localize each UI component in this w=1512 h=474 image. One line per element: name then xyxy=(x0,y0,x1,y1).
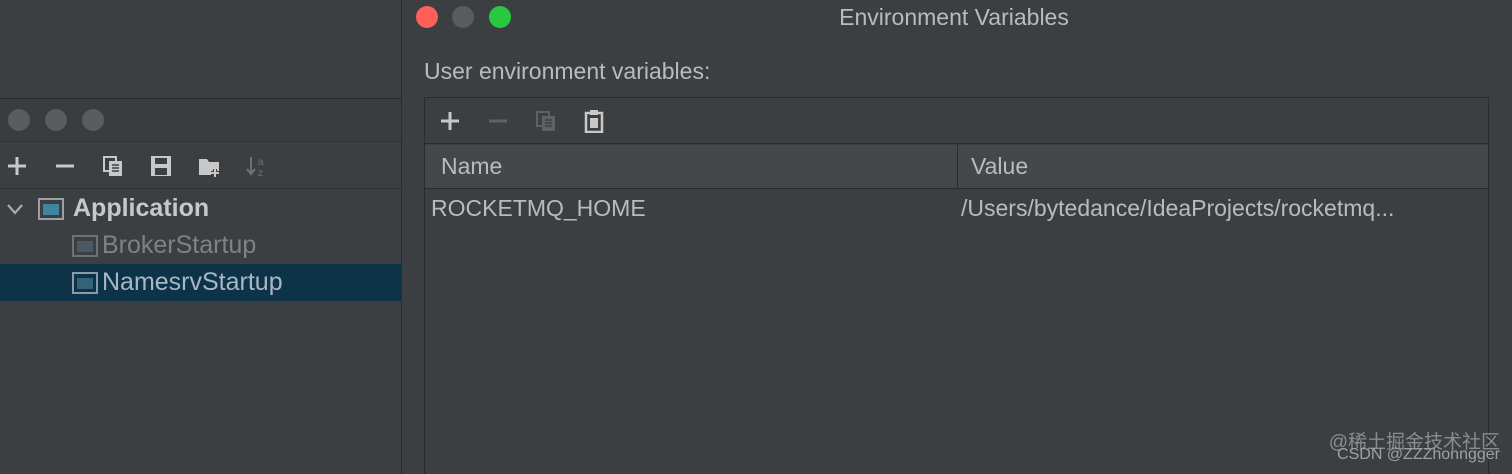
env-vars-table-header: Name Value xyxy=(425,145,1488,189)
svg-text:z: z xyxy=(258,168,263,178)
tree-group-application[interactable]: Application xyxy=(0,190,402,227)
run-configurations-titlebar xyxy=(0,98,402,142)
new-folder-icon[interactable] xyxy=(194,151,224,181)
sort-alpha-icon[interactable]: az xyxy=(242,151,272,181)
application-config-icon xyxy=(72,272,98,294)
run-configurations-tree: Application BrokerStartup NamesrvStartup xyxy=(0,190,402,301)
column-divider[interactable] xyxy=(957,145,958,189)
env-var-value-cell[interactable]: /Users/bytedance/IdeaProjects/rocketmq..… xyxy=(961,195,1394,222)
plus-icon[interactable] xyxy=(435,106,465,136)
dialog-titlebar: Environment Variables xyxy=(402,0,1512,38)
run-configurations-window: az Application BrokerStartup NamesrvStar… xyxy=(0,0,402,474)
tree-item-label: NamesrvStartup xyxy=(102,268,283,296)
application-config-icon xyxy=(38,198,64,220)
env-var-name-cell[interactable]: ROCKETMQ_HOME xyxy=(431,195,646,222)
chevron-down-icon[interactable] xyxy=(4,198,26,220)
column-header-name[interactable]: Name xyxy=(441,153,502,180)
dialog-title: Environment Variables xyxy=(839,4,1069,30)
minus-icon[interactable] xyxy=(483,106,513,136)
env-vars-toolbar xyxy=(425,98,1488,144)
copy-icon[interactable] xyxy=(531,106,561,136)
watermark: @稀土掘金技术社区 CSDN @ZZZhonngger xyxy=(1329,433,1500,463)
column-header-value[interactable]: Value xyxy=(971,153,1028,180)
close-button[interactable] xyxy=(8,109,30,131)
window-backdrop xyxy=(0,0,402,98)
application-config-icon xyxy=(72,235,98,257)
svg-text:a: a xyxy=(258,157,264,168)
environment-variables-dialog: Environment Variables User environment v… xyxy=(401,0,1512,474)
paste-icon[interactable] xyxy=(579,106,609,136)
watermark-line-2: CSDN @ZZZhonngger xyxy=(1337,446,1500,463)
tree-item-brokerstartup[interactable]: BrokerStartup xyxy=(0,227,402,264)
minimize-button[interactable] xyxy=(45,109,67,131)
save-icon[interactable] xyxy=(146,151,176,181)
run-configurations-toolbar: az xyxy=(0,143,402,189)
tree-group-label: Application xyxy=(73,194,210,222)
env-vars-panel: Name Value ROCKETMQ_HOME /Users/bytedanc… xyxy=(424,97,1489,474)
copy-icon[interactable] xyxy=(98,151,128,181)
zoom-button[interactable] xyxy=(82,109,104,131)
minus-icon[interactable] xyxy=(50,151,80,181)
section-label: User environment variables: xyxy=(424,58,711,84)
tree-item-namesrvstartup[interactable]: NamesrvStartup xyxy=(0,264,402,301)
plus-icon[interactable] xyxy=(2,151,32,181)
table-row[interactable]: ROCKETMQ_HOME /Users/bytedance/IdeaProje… xyxy=(425,190,1488,230)
tree-item-label: BrokerStartup xyxy=(102,231,257,259)
